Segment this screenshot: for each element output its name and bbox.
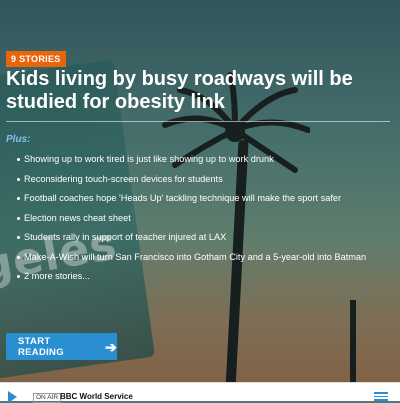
story-item[interactable]: Students rally in support of teacher inj… xyxy=(6,228,396,248)
stories-count-badge[interactable]: 9 STORIES xyxy=(6,51,66,67)
start-reading-button[interactable]: START READING ➔ xyxy=(6,333,117,360)
arrow-right-icon: ➔ xyxy=(104,338,117,355)
story-list: Showing up to work tired is just like sh… xyxy=(6,150,396,287)
more-stories-link[interactable]: 2 more stories... xyxy=(6,267,396,287)
start-reading-label: START READING xyxy=(18,335,64,358)
story-item[interactable]: Showing up to work tired is just like sh… xyxy=(6,150,396,170)
on-air-badge: ON AIR xyxy=(33,393,62,403)
headline[interactable]: Kids living by busy roadways will be stu… xyxy=(6,68,394,114)
audio-player-bar: ON AIR BBC World Service xyxy=(0,382,400,403)
divider xyxy=(6,121,390,122)
story-item[interactable]: Make-A-Wish will turn San Francisco into… xyxy=(6,248,396,268)
play-icon[interactable] xyxy=(8,391,17,403)
story-item[interactable]: Reconsidering touch-screen devices for s… xyxy=(6,170,396,190)
story-item[interactable]: Football coaches hope 'Heads Up' tacklin… xyxy=(6,189,396,209)
plus-label: Plus: xyxy=(6,134,31,145)
story-item[interactable]: Election news cheat sheet xyxy=(6,209,396,229)
